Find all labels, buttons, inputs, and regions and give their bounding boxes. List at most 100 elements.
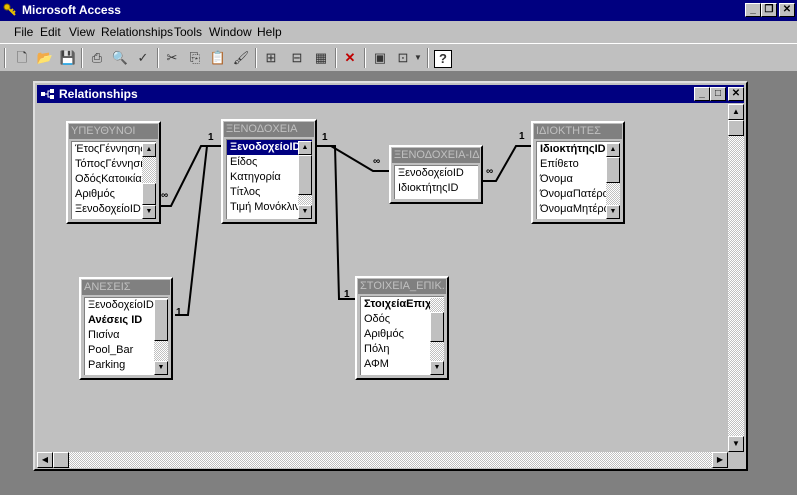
cut-icon[interactable]: ✂ (162, 48, 182, 68)
table-title[interactable]: ΑΝΕΣΕΙΣ (82, 280, 170, 295)
scroll-up-icon[interactable]: ▲ (606, 143, 620, 157)
menu-view[interactable]: View (69, 25, 95, 39)
app-title-bar: Microsoft Access _ ❐ ✕ (0, 0, 797, 21)
vertical-scrollbar[interactable]: ▲ ▼ (728, 104, 744, 452)
size-grip[interactable] (728, 452, 744, 468)
save-icon[interactable]: 💾 (58, 48, 78, 68)
toolbar-separator (81, 48, 83, 68)
field-list: ΞενοδοχείοID Ανέσεις ID Πισίνα Pool_Bar … (84, 297, 168, 375)
field-list-scrollbar[interactable]: ▼ (154, 299, 168, 375)
rel-one-label: 1 (208, 132, 214, 143)
show-table-icon[interactable]: ⊞ (261, 48, 281, 68)
field-item[interactable]: ΙδιοκτήτηςID (395, 181, 478, 196)
relationships-canvas: ∞ 1 1 ∞ ∞ 1 1 1 ΥΠΕΥΘΥΝΟΙ ΈτοςΓέννησης Τ… (37, 104, 728, 452)
scroll-down-icon[interactable]: ▼ (606, 205, 620, 219)
field-list: ΣτοιχείαΕπιχείρησηςID Οδός Αριθμός Πόλη … (360, 296, 444, 375)
close-button[interactable]: ✕ (779, 3, 795, 17)
mdi-maximize-button[interactable]: □ (710, 87, 726, 101)
menu-bar: File Edit View Relationships Tools Windo… (0, 21, 797, 43)
scroll-thumb[interactable] (53, 452, 69, 468)
access-key-icon (3, 3, 16, 16)
database-window-icon[interactable]: ▣ (370, 48, 390, 68)
show-all-icon[interactable]: ▦ (311, 48, 331, 68)
mdi-minimize-button[interactable]: _ (694, 87, 710, 101)
menu-file[interactable]: File (14, 25, 33, 39)
copy-icon[interactable]: ⎘ (185, 48, 205, 68)
app-title: Microsoft Access (22, 3, 121, 17)
toolbar-grip (4, 48, 6, 68)
toolbar-separator (364, 48, 366, 68)
scroll-thumb[interactable] (142, 183, 156, 205)
relationships-icon (41, 89, 54, 99)
menu-edit[interactable]: Edit (40, 25, 61, 39)
table-xenodoxeia[interactable]: ΞΕΝΟΔΟΧΕΙΑ ΞενοδοχείοID Είδος Κατηγορία … (221, 119, 317, 224)
toolbar-separator (157, 48, 159, 68)
table-xenodoxeia-idioktites[interactable]: ΞΕΝΟΔΟΧΕΙΑ-ΙΔΙ... ΞενοδοχείοID Ιδιοκτήτη… (389, 145, 483, 204)
table-title[interactable]: ΙΔΙΟΚΤΗΤΕΣ (534, 124, 622, 139)
delete-icon[interactable]: ✕ (340, 48, 360, 68)
relationships-window: Relationships _ □ ✕ ∞ 1 1 ∞ ∞ 1 1 1 ΥΠΕΥ… (33, 81, 748, 471)
scroll-down-icon[interactable]: ▼ (298, 205, 312, 219)
new-object-icon[interactable]: ⊡ (393, 48, 413, 68)
scroll-down-icon[interactable]: ▼ (154, 361, 168, 375)
table-idioktites[interactable]: ΙΔΙΟΚΤΗΤΕΣ ΙδιοκτήτηςID Επίθετο Όνομα Όν… (531, 121, 625, 224)
open-folder-icon[interactable]: 📂 (35, 48, 55, 68)
field-list: ΞενοδοχείοID ΙδιοκτήτηςID (394, 165, 478, 199)
help-icon[interactable]: ? (434, 50, 452, 68)
restore-button[interactable]: ❐ (761, 3, 777, 17)
print-preview-icon[interactable]: 🔍 (110, 48, 130, 68)
horizontal-scrollbar[interactable]: ◀ ▶ (37, 452, 728, 468)
scroll-up-icon[interactable]: ▲ (728, 104, 744, 120)
field-list-scrollbar[interactable]: ▲ ▼ (606, 143, 620, 219)
field-item[interactable]: ΞενοδοχείοID (395, 166, 478, 181)
field-list-scrollbar[interactable]: ▼ (430, 298, 444, 375)
rel-one-label: 1 (176, 307, 182, 318)
table-aneseis[interactable]: ΑΝΕΣΕΙΣ ΞενοδοχείοID Ανέσεις ID Πισίνα P… (79, 277, 173, 380)
field-list: ΞενοδοχείοID Είδος Κατηγορία Τίτλος Τιμή… (226, 139, 312, 219)
field-list-scrollbar[interactable]: ▲ ▼ (142, 143, 156, 219)
format-painter-icon[interactable]: 🖌 (231, 48, 251, 68)
rel-many-label: ∞ (486, 166, 494, 177)
field-list: ΈτοςΓέννησης ΤόποςΓέννησης ΟδόςΚατοικίας… (71, 141, 156, 219)
toolbar-separator (255, 48, 257, 68)
toolbar: 🗋 📂 💾 ⎙ 🔍 ✓ ✂ ⎘ 📋 🖌 ⊞ ⊟ ▦ ✕ ▣ ⊡ ▼ ? (0, 43, 797, 72)
scroll-down-icon[interactable]: ▼ (728, 436, 744, 452)
scroll-up-icon[interactable]: ▲ (298, 141, 312, 155)
mdi-close-button[interactable]: ✕ (728, 87, 744, 101)
menu-tools[interactable]: Tools (174, 25, 202, 39)
paste-icon[interactable]: 📋 (208, 48, 228, 68)
minimize-button[interactable]: _ (745, 3, 761, 17)
table-title[interactable]: ΞΕΝΟΔΟΧΕΙΑ-ΙΔΙ... (392, 148, 480, 163)
scroll-left-icon[interactable]: ◀ (37, 452, 53, 468)
rel-line-stoixeia (317, 145, 355, 300)
scroll-thumb[interactable] (154, 299, 168, 341)
menu-window[interactable]: Window (209, 25, 252, 39)
rel-line-aneseis (175, 145, 221, 316)
scroll-up-icon[interactable]: ▲ (142, 143, 156, 157)
relationships-title: Relationships (59, 87, 138, 101)
scroll-right-icon[interactable]: ▶ (712, 452, 728, 468)
scroll-down-icon[interactable]: ▼ (142, 205, 156, 219)
table-title[interactable]: ΥΠΕΥΘΥΝΟΙ (69, 124, 158, 139)
scroll-down-icon[interactable]: ▼ (430, 361, 444, 375)
rel-one-label: 1 (519, 131, 525, 142)
new-icon[interactable]: 🗋 (12, 48, 32, 68)
print-icon[interactable]: ⎙ (87, 48, 107, 68)
table-title[interactable]: ΣΤΟΙΧΕΙΑ_ΕΠΙΚ... (358, 279, 446, 294)
scroll-thumb[interactable] (298, 155, 312, 195)
table-title[interactable]: ΞΕΝΟΔΟΧΕΙΑ (224, 122, 314, 137)
scroll-thumb[interactable] (430, 312, 444, 342)
table-stoixeia-epixeirisis[interactable]: ΣΤΟΙΧΕΙΑ_ΕΠΙΚ... ΣτοιχείαΕπιχείρησηςID Ο… (355, 276, 449, 380)
rel-one-label: 1 (344, 289, 350, 300)
spelling-icon[interactable]: ✓ (133, 48, 153, 68)
rel-many-label: ∞ (161, 190, 169, 201)
menu-relationships[interactable]: Relationships (101, 25, 173, 39)
toolbar-separator (335, 48, 337, 68)
menu-help[interactable]: Help (257, 25, 282, 39)
scroll-thumb[interactable] (728, 120, 744, 136)
field-list-scrollbar[interactable]: ▲ ▼ (298, 141, 312, 219)
new-object-dropdown-icon[interactable]: ▼ (413, 48, 423, 68)
scroll-thumb[interactable] (606, 157, 620, 183)
show-direct-icon[interactable]: ⊟ (287, 48, 307, 68)
table-ypeythynoi[interactable]: ΥΠΕΥΘΥΝΟΙ ΈτοςΓέννησης ΤόποςΓέννησης Οδό… (66, 121, 161, 224)
